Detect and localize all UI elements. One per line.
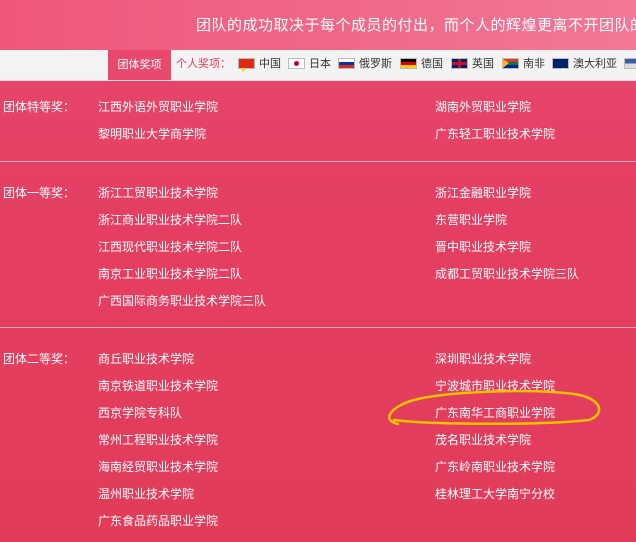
country-label: 南非 xyxy=(523,57,545,70)
school-link[interactable]: 南京铁道职业技术学院 xyxy=(98,377,218,394)
school-link[interactable]: 广东食品药品职业学院 xyxy=(98,512,218,529)
school-link[interactable]: 浙江工贸职业技术学院 xyxy=(98,184,218,201)
flag-russia-icon xyxy=(338,57,355,69)
award-tab-bar: 团体奖项 个人奖项： 中国 日本 俄罗斯 德国 英国 南非 澳大利亚 xyxy=(0,50,636,85)
country-label: 中国 xyxy=(259,57,281,70)
country-tab-russia[interactable]: 俄罗斯 xyxy=(338,50,392,78)
country-tab-japan[interactable]: 日本 xyxy=(288,50,331,78)
school-link[interactable]: 南京工业职业技术学院二队 xyxy=(98,265,242,282)
country-tab-australia[interactable]: 澳大利亚 xyxy=(552,50,617,85)
personal-awards-label: 个人奖项： xyxy=(176,57,231,70)
banner-slogan: 团队的成功取决于每个成员的付出，而个人的辉煌更离不开团队的 xyxy=(196,16,636,34)
header-banner: 团队的成功取决于每个成员的付出，而个人的辉煌更离不开团队的 xyxy=(0,0,636,50)
group-label-special: 团体特等奖： xyxy=(3,100,76,114)
country-tab-china[interactable]: 中国 xyxy=(238,50,281,84)
country-tab-more[interactable] xyxy=(624,50,636,78)
school-link[interactable]: 广西国际商务职业技术学院三队 xyxy=(98,292,266,309)
flag-south-africa-icon xyxy=(502,57,519,69)
group-label-second: 团体二等奖： xyxy=(3,352,76,366)
country-label: 日本 xyxy=(309,57,331,70)
flag-uk-icon xyxy=(451,57,468,69)
country-label: 德国 xyxy=(421,57,443,70)
school-link[interactable]: 江西现代职业技术学院二队 xyxy=(98,238,242,255)
school-link[interactable]: 黎明职业大学商学院 xyxy=(98,125,206,142)
country-tab-south-africa[interactable]: 南非 xyxy=(502,50,545,78)
school-link[interactable]: 成都工贸职业技术学院三队 xyxy=(435,265,579,282)
school-link[interactable]: 海南经贸职业技术学院 xyxy=(98,458,218,475)
school-link[interactable]: 常州工程职业技术学院 xyxy=(98,431,218,448)
school-link[interactable]: 晋中职业技术学院 xyxy=(435,238,531,255)
school-link[interactable]: 浙江商业职业技术学院二队 xyxy=(98,211,242,228)
school-link[interactable]: 江西外语外贸职业学院 xyxy=(98,98,218,115)
country-tab-uk[interactable]: 英国 xyxy=(451,50,494,78)
school-link[interactable]: 浙江金融职业学院 xyxy=(435,184,531,201)
highlight-circle-annotation xyxy=(388,390,601,426)
school-link[interactable]: 东营职业学院 xyxy=(435,211,507,228)
school-link[interactable]: 西京学院专科队 xyxy=(98,404,182,421)
section-divider xyxy=(0,161,636,162)
country-tab-germany[interactable]: 德国 xyxy=(400,50,443,78)
school-link[interactable]: 温州职业技术学院 xyxy=(98,485,194,502)
school-link[interactable]: 桂林理工大学南宁分校 xyxy=(435,485,555,502)
country-label: 俄罗斯 xyxy=(359,57,392,70)
country-label: 澳大利亚 xyxy=(573,57,617,70)
group-label-first: 团体一等奖： xyxy=(3,186,76,200)
school-link[interactable]: 茂名职业技术学院 xyxy=(435,431,531,448)
school-link[interactable]: 广东轻工职业技术学院 xyxy=(435,125,555,142)
school-link[interactable]: 广东岭南职业技术学院 xyxy=(435,458,555,475)
school-link[interactable]: 深圳职业技术学院 xyxy=(435,350,531,367)
section-divider xyxy=(0,327,636,328)
flag-germany-icon xyxy=(400,57,417,69)
flag-china-icon xyxy=(238,56,255,84)
flag-more-icon xyxy=(624,57,636,69)
school-link[interactable]: 湖南外贸职业学院 xyxy=(435,98,531,115)
school-link[interactable]: 商丘职业技术学院 xyxy=(98,350,194,367)
tab-team-awards[interactable]: 团体奖项 xyxy=(108,50,171,80)
country-label: 英国 xyxy=(472,57,494,70)
flag-japan-icon xyxy=(288,57,305,69)
flag-australia-icon xyxy=(552,57,569,85)
